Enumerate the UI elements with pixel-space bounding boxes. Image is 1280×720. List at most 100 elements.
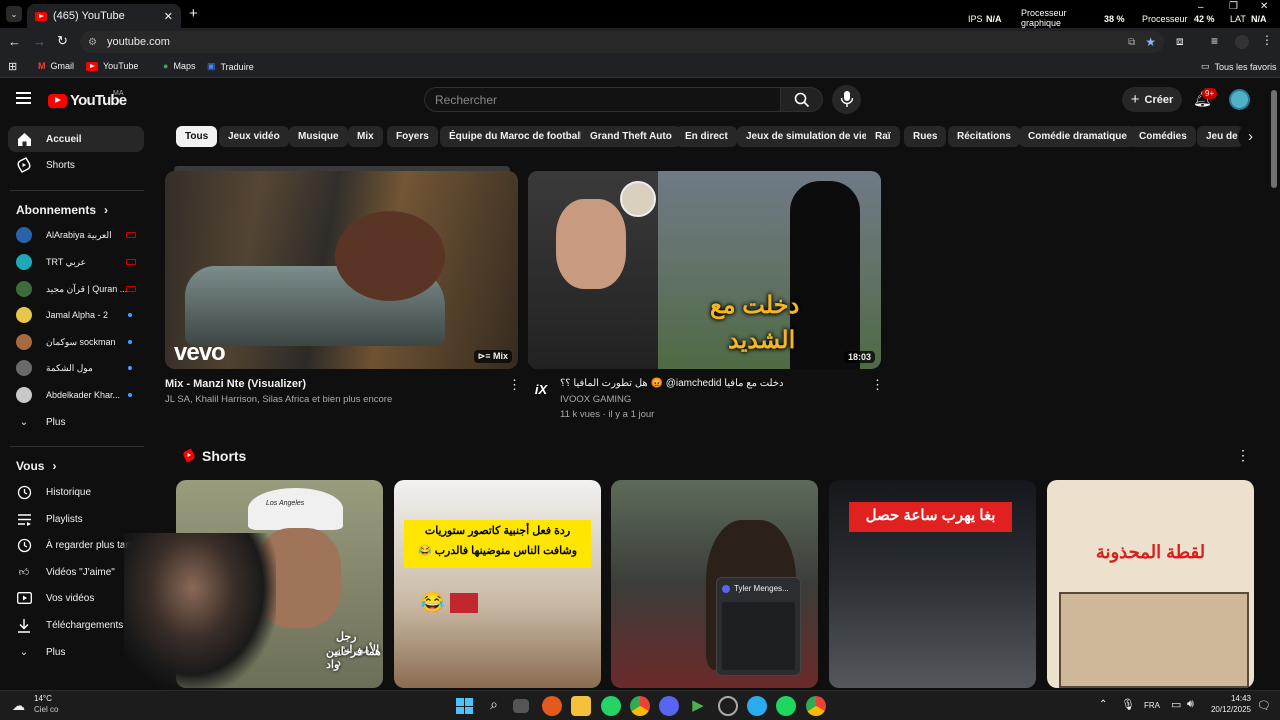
video-options-icon[interactable]: ⋮	[871, 377, 884, 393]
whatsapp-icon[interactable]	[601, 696, 621, 716]
tray-chevron-icon[interactable]: ⌃	[1099, 699, 1107, 710]
profile-avatar[interactable]	[1235, 35, 1249, 49]
task-view-icon[interactable]	[513, 699, 529, 713]
close-window-icon[interactable]: ✕	[1260, 1, 1268, 12]
chip[interactable]: Équipe du Maroc de football	[440, 126, 592, 147]
account-avatar[interactable]	[1229, 89, 1250, 110]
chrome-icon[interactable]	[806, 696, 826, 716]
telegram-icon[interactable]	[747, 696, 767, 716]
search-button[interactable]	[781, 87, 823, 112]
chip-all[interactable]: Tous	[176, 126, 218, 147]
subscription-item[interactable]: Abdelkader Khar...	[8, 382, 144, 408]
video-thumbnail[interactable]: دخلت مع الشديد 18:03	[528, 171, 881, 369]
notification-center-icon[interactable]: 🗨︎	[1257, 699, 1271, 712]
video-thumbnail[interactable]: vevo ⊳≡ Mix	[165, 171, 518, 369]
video-options-icon[interactable]: ⋮	[508, 377, 521, 393]
new-tab-icon[interactable]: +	[189, 5, 198, 22]
input-language[interactable]: FRA	[1144, 701, 1160, 710]
chip[interactable]: Jeux vidéo	[219, 126, 289, 147]
bookmark-label: Tous les favoris	[1214, 61, 1277, 72]
install-app-icon[interactable]: ⧉	[1128, 37, 1135, 48]
chip[interactable]: Foyers	[387, 126, 438, 147]
close-tab-icon[interactable]: ✕	[164, 10, 173, 23]
chip[interactable]: Jeux de simulation de vie	[737, 126, 877, 147]
tab-search-icon[interactable]: ⌄	[6, 6, 22, 22]
subscription-item[interactable]: مول الشكمة	[8, 355, 144, 381]
microphone-tray-icon[interactable]: 🎙︎	[1121, 698, 1135, 711]
taskbar-preview-popup[interactable]: Tyler Menges...	[716, 577, 801, 676]
chip[interactable]: En direct	[676, 126, 737, 147]
chip[interactable]: Comédies	[1130, 126, 1196, 147]
chip[interactable]: Musique	[289, 126, 348, 147]
bookmark-label: Traduire	[220, 61, 254, 72]
taskbar-search-icon[interactable]: ⌕	[484, 696, 504, 716]
create-button[interactable]: + Créer	[1122, 87, 1182, 112]
short-thumbnail[interactable]: بغا يهرب ساعة حصل	[829, 480, 1036, 688]
spotify-icon[interactable]	[776, 696, 796, 716]
voice-search-button[interactable]	[832, 85, 861, 114]
show-more-subscriptions[interactable]: ⌄ Plus	[8, 409, 144, 435]
maximize-icon[interactable]: ❐	[1229, 1, 1238, 12]
chip[interactable]: Rues	[904, 126, 947, 147]
chip[interactable]: Mix	[348, 126, 383, 147]
subscription-item[interactable]: AlArabiya العربية	[8, 222, 144, 248]
subscription-item[interactable]: قرآن مجيد | Quran ...	[8, 276, 144, 302]
short-thumbnail[interactable]: لقطة المحذونة	[1047, 480, 1254, 688]
chrome-icon[interactable]	[630, 696, 650, 716]
video-title[interactable]: Mix - Manzi Nte (Visualizer)	[165, 378, 306, 390]
weather-temp[interactable]: 14°C	[34, 694, 52, 703]
chips-next-button[interactable]: ›	[1238, 124, 1263, 149]
laugh-emoji: 😂	[420, 592, 445, 614]
clock-time[interactable]: 14:43	[1209, 694, 1251, 703]
sidebar-item-history[interactable]: Historique	[8, 479, 144, 505]
site-info-icon[interactable]: ⚙	[88, 37, 97, 48]
shorts-options-icon[interactable]: ⋮	[1236, 447, 1250, 464]
volume-icon[interactable]: 🔊︎	[1187, 698, 1194, 711]
you-heading[interactable]: Vous ›	[16, 459, 56, 473]
sidebar-item-home[interactable]: Accueil	[8, 126, 144, 152]
bookmark-traduire[interactable]: ▣ Traduire	[207, 61, 254, 72]
subscription-item[interactable]: TRT عربي	[8, 249, 144, 275]
reload-icon[interactable]: ↻	[57, 33, 68, 49]
apps-grid-icon[interactable]: ⊞	[8, 60, 17, 73]
subscriptions-heading[interactable]: Abonnements ›	[16, 203, 108, 217]
bookmark-maps[interactable]: ● Maps	[163, 61, 195, 71]
browser-tab-youtube[interactable]: (465) YouTube ✕	[27, 4, 181, 28]
sidebar-item-shorts[interactable]: Shorts	[8, 152, 144, 178]
app-icon[interactable]	[718, 696, 738, 716]
channel-avatar[interactable]: iX	[530, 378, 552, 400]
start-button[interactable]	[454, 696, 474, 716]
chip[interactable]: Jeu de r	[1197, 126, 1243, 147]
page-scrollbar[interactable]	[1271, 90, 1277, 188]
bookmark-youtube[interactable]: YouTube	[86, 61, 138, 71]
forward-icon[interactable]: →	[33, 34, 46, 49]
discord-icon[interactable]	[659, 696, 679, 716]
chip[interactable]: Raï	[866, 126, 900, 147]
play-icon[interactable]: ▶	[688, 696, 708, 716]
network-icon[interactable]: ▭	[1171, 698, 1181, 711]
all-bookmarks[interactable]: ▭ Tous les favoris	[1201, 61, 1277, 72]
search-input[interactable]: Rechercher	[424, 87, 781, 112]
video-channel[interactable]: IVOOX GAMING	[560, 394, 631, 405]
chip[interactable]: Grand Theft Auto	[581, 126, 681, 147]
app-icon[interactable]	[542, 696, 562, 716]
chip[interactable]: Comédie dramatique	[1019, 126, 1136, 147]
extensions-icon[interactable]: ⧈	[1176, 34, 1184, 49]
url-field[interactable]: ⚙ youtube.com ⧉ ★	[80, 31, 1164, 53]
video-channels[interactable]: JL SA, Khalil Harrison, Silas Africa et …	[165, 394, 392, 405]
short-thumbnail[interactable]: ردة فعل أجنبية كاتصور ستوريات وشافت النا…	[394, 480, 601, 688]
subscription-item[interactable]: سوكمان sockman	[8, 329, 144, 355]
file-explorer-icon[interactable]	[571, 696, 591, 716]
browser-menu-icon[interactable]: ⋮	[1261, 33, 1273, 47]
guide-menu-icon[interactable]	[16, 92, 31, 104]
clock-date[interactable]: 20/12/2025	[1207, 705, 1251, 714]
minimize-icon[interactable]: –	[1198, 2, 1204, 13]
subscription-item[interactable]: Jamal Alpha - 2	[8, 302, 144, 328]
back-icon[interactable]: ←	[8, 34, 21, 49]
chip[interactable]: Récitations	[948, 126, 1020, 147]
bookmark-gmail[interactable]: M Gmail	[38, 61, 74, 71]
media-icon[interactable]: ≡	[1211, 34, 1218, 48]
video-title[interactable]: دخلت مع مافيا iamchedid@ 😡 هل تطورت الما…	[560, 378, 866, 389]
sidebar-item-playlists[interactable]: Playlists	[8, 506, 144, 532]
bookmark-star-icon[interactable]: ★	[1145, 35, 1156, 49]
